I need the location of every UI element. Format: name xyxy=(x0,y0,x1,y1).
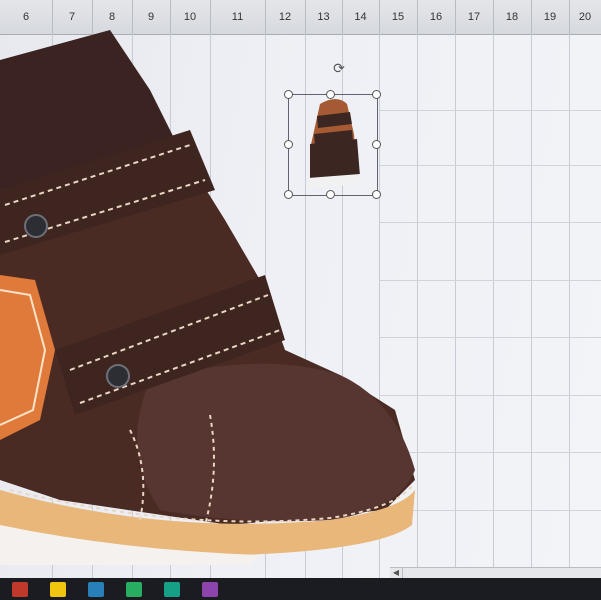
horizontal-scrollbar[interactable]: ◀ xyxy=(390,567,601,578)
spreadsheet-area[interactable]: 6 7 8 9 10 11 12 13 14 15 16 17 18 19 20 ⟳ ◀ xyxy=(0,0,601,600)
taskbar-app-icon-2[interactable] xyxy=(50,582,66,597)
scroll-left-icon[interactable]: ◀ xyxy=(390,568,403,578)
grid-line-vertical xyxy=(493,34,494,578)
column-header-19[interactable]: 19 xyxy=(531,0,570,34)
grid-line-vertical xyxy=(569,34,570,578)
taskbar-app-icon-1[interactable] xyxy=(12,582,28,597)
resize-handle[interactable] xyxy=(284,190,293,199)
resize-handle[interactable] xyxy=(372,190,381,199)
column-header-20[interactable]: 20 xyxy=(569,0,601,34)
column-header-18[interactable]: 18 xyxy=(493,0,532,34)
taskbar-app-icon-5[interactable] xyxy=(164,582,180,597)
small-shoe-image[interactable] xyxy=(302,94,364,192)
taskbar-app-icon-4[interactable] xyxy=(126,582,142,597)
grid-line-vertical xyxy=(455,34,456,578)
resize-handle[interactable] xyxy=(284,90,293,99)
taskbar-app-icon-3[interactable] xyxy=(88,582,104,597)
resize-handle[interactable] xyxy=(372,90,381,99)
resize-handle[interactable] xyxy=(284,140,293,149)
resize-handle[interactable] xyxy=(372,140,381,149)
taskbar xyxy=(0,578,601,600)
column-header-17[interactable]: 17 xyxy=(455,0,494,34)
grid-line-vertical xyxy=(531,34,532,578)
taskbar-app-icon-6[interactable] xyxy=(202,582,218,597)
rotate-icon[interactable]: ⟳ xyxy=(331,60,347,76)
